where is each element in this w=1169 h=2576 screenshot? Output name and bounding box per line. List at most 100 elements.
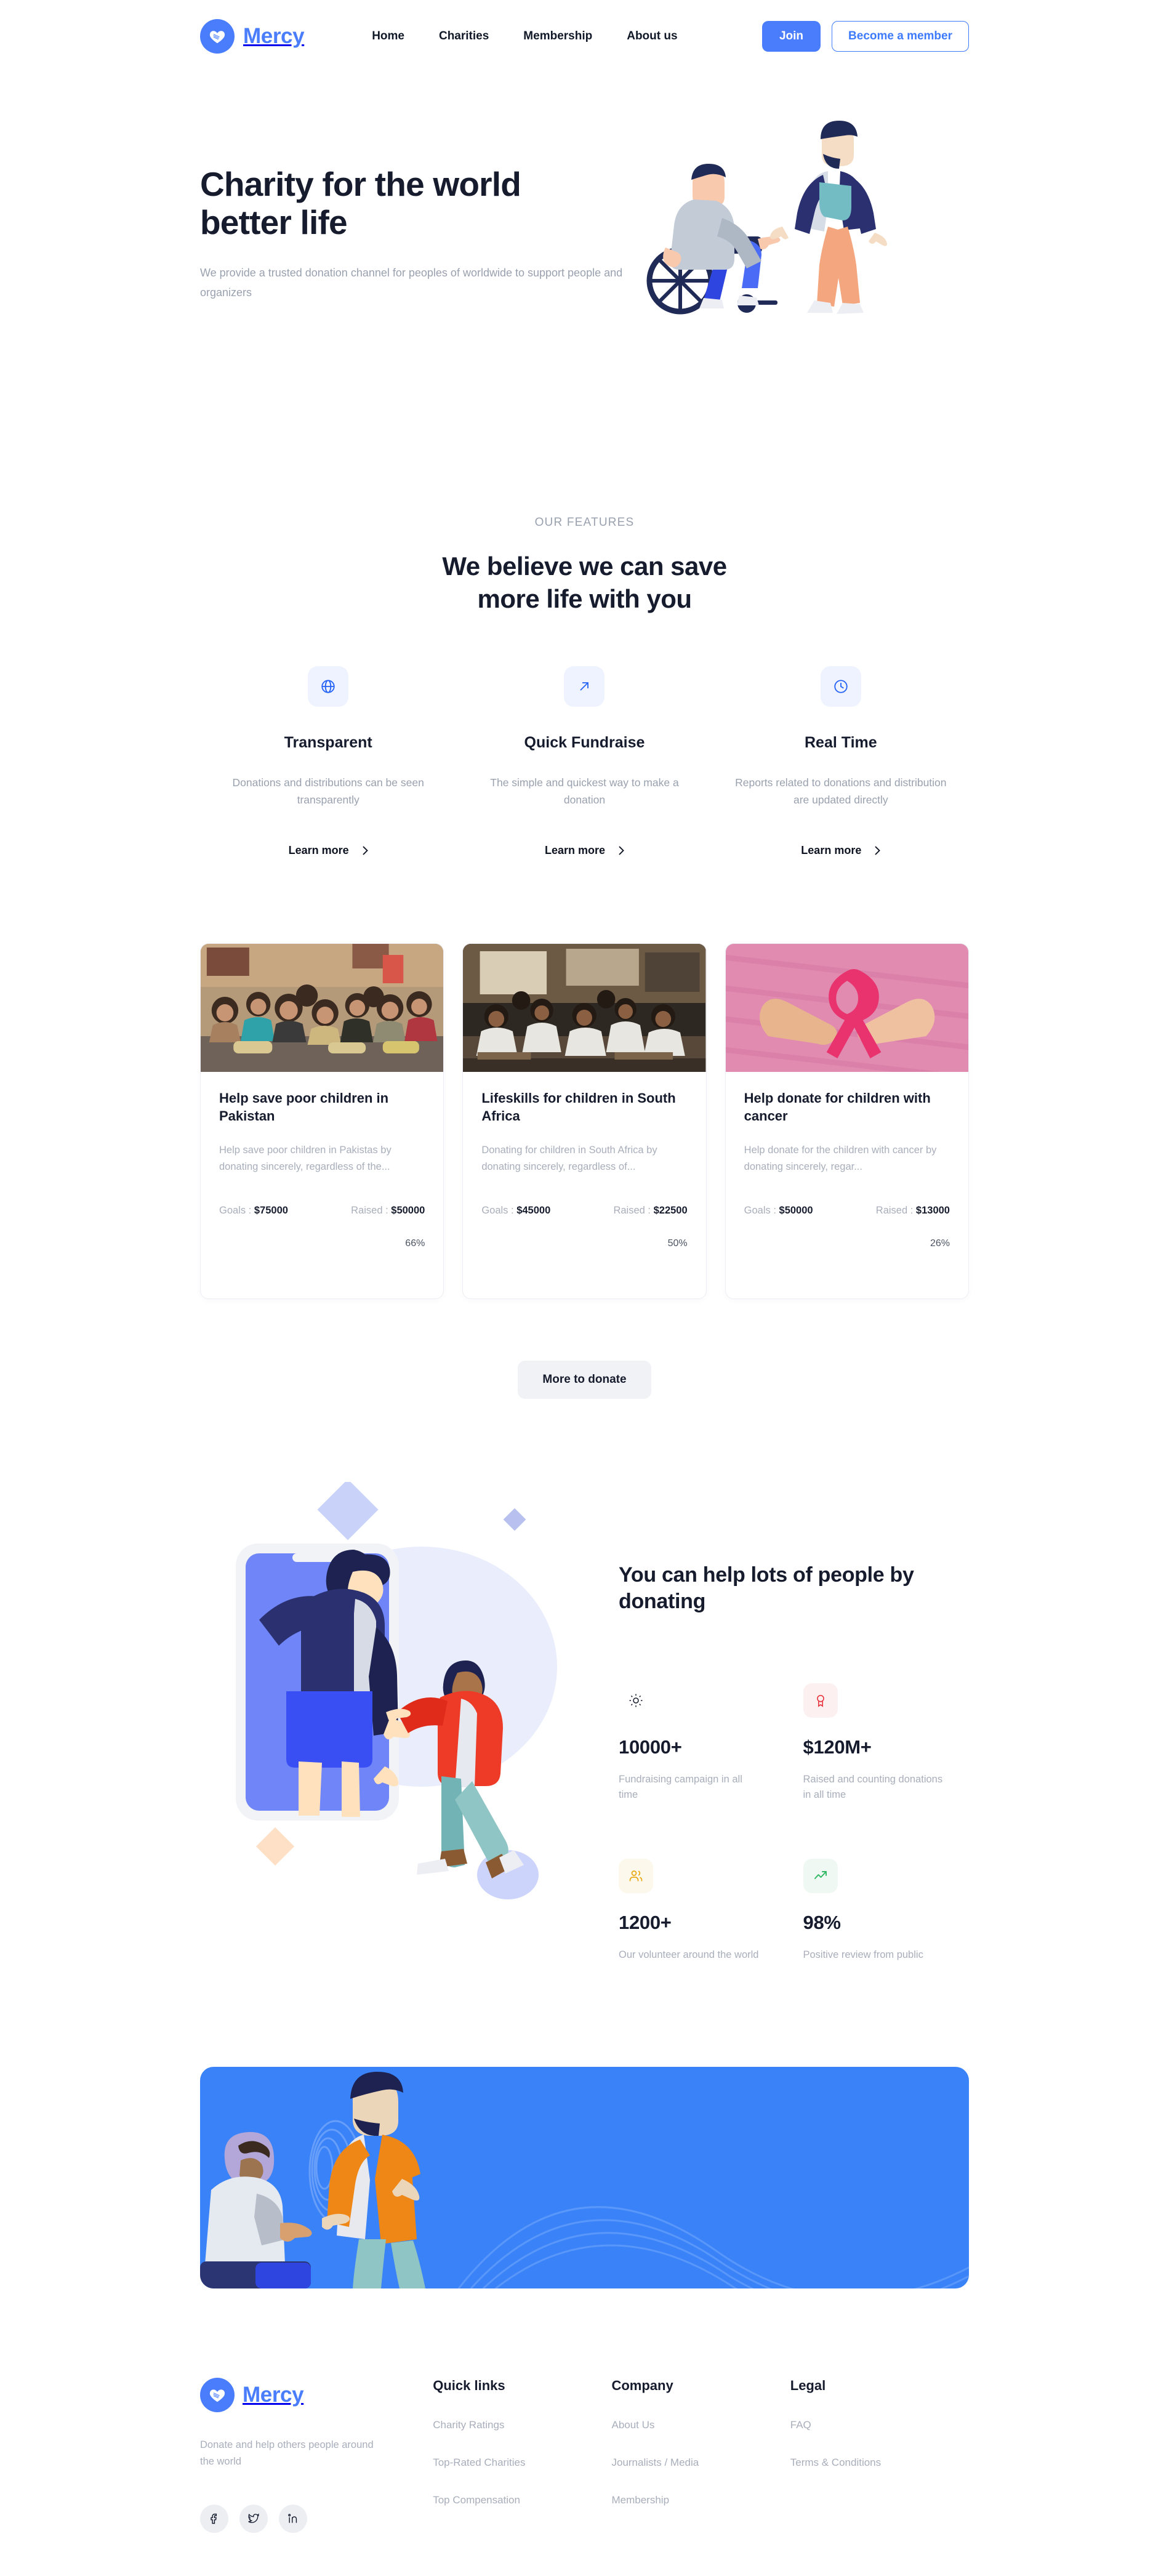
feature-description: Reports related to donations and distrib… xyxy=(735,776,947,806)
campaign-card-description: Help save poor children in Pakistas by d… xyxy=(219,1144,392,1172)
linkedin-icon[interactable] xyxy=(279,2505,307,2534)
nav-item-about-us[interactable]: About us xyxy=(627,30,677,43)
features-eyebrow: OUR FEATURES xyxy=(534,516,635,529)
brand-name: Mercy xyxy=(243,24,305,48)
campaign-card-description: Donating for children in South Africa by… xyxy=(481,1144,657,1172)
more-to-donate-button[interactable]: More to donate xyxy=(518,1360,651,1399)
feature-card-transparent: Transparent Donations and distributions … xyxy=(200,666,456,857)
feature-description: The simple and quickest way to make a do… xyxy=(490,776,679,806)
campaign-card-image-children-pakistan xyxy=(201,943,444,1072)
campaign-raised: Raised : $13000 xyxy=(876,1205,950,1217)
campaign-goal-label: Goals : xyxy=(744,1204,776,1216)
footer-link-faq[interactable]: FAQ xyxy=(790,2419,969,2431)
campaign-card[interactable]: Help donate for children with cancer Hel… xyxy=(725,943,969,1299)
donate-illustration xyxy=(200,1479,594,1968)
donate-title-line-1: You can help lots of people by xyxy=(619,1563,914,1587)
campaign-progress: 66% xyxy=(219,1228,425,1249)
hero-title-line-2: better life xyxy=(200,203,348,242)
campaign-card-stats: Goals : $75000 Raised : $50000 xyxy=(219,1205,425,1217)
learn-more-link-quick-fundraise[interactable]: Learn more xyxy=(545,844,624,857)
footer-brand-logo[interactable]: Mercy xyxy=(200,2377,433,2412)
learn-more-link-real-time[interactable]: Learn more xyxy=(801,843,881,857)
progress-fill xyxy=(481,1228,584,1232)
clock-icon xyxy=(820,666,861,707)
trending-up-icon xyxy=(803,1858,838,1893)
donate-content: You can help lots of people by donating xyxy=(619,1482,969,1963)
campaign-goal: Goals : $75000 xyxy=(219,1205,288,1217)
campaign-card-image-pink-ribbon xyxy=(725,943,968,1072)
stat-value: 10000+ xyxy=(619,1736,682,1758)
hero-section: Charity for the world better life We pro… xyxy=(0,73,1169,442)
footer-link-about-us[interactable]: About Us xyxy=(611,2419,790,2431)
nav-item-membership[interactable]: Membership xyxy=(523,30,592,43)
campaign-card-body: Help save poor children in Pakistan Help… xyxy=(201,1072,443,1287)
site-header: Mercy Home Charities Membership About us… xyxy=(0,0,1169,73)
nav-item-charities[interactable]: Charities xyxy=(439,30,489,43)
wheelchair-person-illustration xyxy=(646,164,781,315)
campaign-card-stats: Goals : $50000 Raised : $13000 xyxy=(744,1205,950,1217)
globe-icon xyxy=(308,666,349,707)
learn-more-label: Learn more xyxy=(544,843,606,856)
learn-more-label: Learn more xyxy=(801,843,862,856)
campaign-goal: Goals : $50000 xyxy=(744,1205,813,1217)
footer-column-quick-links: Quick links Charity Ratings Top-Rated Ch… xyxy=(433,2378,611,2506)
join-button[interactable]: Join xyxy=(761,21,821,52)
landing-page: Mercy Home Charities Membership About us… xyxy=(0,0,1169,2576)
footer-link-top-compensation[interactable]: Top Compensation xyxy=(433,2494,611,2506)
campaign-raised-label: Raised : xyxy=(875,1204,914,1216)
campaign-raised: Raised : $22500 xyxy=(613,1205,687,1217)
mercy-heart-icon xyxy=(200,2377,235,2412)
stat-card-raised: $120M+ Raised and counting donations in … xyxy=(803,1683,970,1803)
footer-link-top-rated-charities[interactable]: Top-Rated Charities xyxy=(433,2457,611,2469)
nav-item-home[interactable]: Home xyxy=(372,30,404,43)
campaign-card-title: Help save poor children in Pakistan xyxy=(219,1090,389,1124)
stats-grid: 10000+ Fundraising campaign in all time … xyxy=(619,1683,969,1963)
card-bottom-spacer xyxy=(219,1249,425,1287)
campaign-card-stats: Goals : $45000 Raised : $22500 xyxy=(481,1205,687,1217)
feature-card-quick-fundraise: Quick Fundraise The simple and quickest … xyxy=(456,666,712,857)
features-title: We believe we can save more life with yo… xyxy=(200,550,969,616)
campaign-card[interactable]: Lifeskills for children in South Africa … xyxy=(462,943,707,1299)
feature-title: Real Time xyxy=(805,733,877,751)
footer-link-terms-conditions[interactable]: Terms & Conditions xyxy=(790,2457,969,2469)
learn-more-link-transparent[interactable]: Learn more xyxy=(289,844,368,857)
campaign-card-body: Lifeskills for children in South Africa … xyxy=(463,1072,705,1287)
footer-column-company: Company About Us Journalists / Media Mem… xyxy=(611,2378,790,2506)
become-a-member-button[interactable]: Become a member xyxy=(832,21,969,52)
campaign-progress-percent: 26% xyxy=(930,1238,950,1249)
footer-link-journalists-media[interactable]: Journalists / Media xyxy=(611,2457,790,2469)
stat-value: $120M+ xyxy=(803,1736,872,1758)
cta-banner[interactable] xyxy=(200,2066,969,2288)
hero-text-block: Charity for the world better life We pro… xyxy=(200,153,631,302)
campaign-card[interactable]: Help save poor children in Pakistan Help… xyxy=(200,943,444,1299)
brand-logo[interactable]: Mercy xyxy=(200,19,305,54)
facebook-icon[interactable] xyxy=(200,2505,228,2534)
campaign-goal: Goals : $45000 xyxy=(481,1205,550,1217)
footer-link-charity-ratings[interactable]: Charity Ratings xyxy=(433,2419,611,2431)
twitter-icon[interactable] xyxy=(239,2505,268,2534)
footer-brand-column: Mercy Donate and help others people arou… xyxy=(200,2377,433,2534)
campaign-raised-value: $22500 xyxy=(653,1204,688,1216)
campaign-raised-label: Raised : xyxy=(351,1204,388,1216)
more-to-donate-wrapper: More to donate xyxy=(0,1299,1169,1399)
footer-link-membership[interactable]: Membership xyxy=(611,2494,790,2506)
campaign-card-description: Help donate for the children with cancer… xyxy=(744,1144,937,1172)
campaign-raised: Raised : $50000 xyxy=(351,1205,425,1217)
social-links xyxy=(200,2505,433,2534)
campaign-card-title: Lifeskills for children in South Africa xyxy=(481,1090,676,1124)
cta-standing-person-illustration xyxy=(322,2071,425,2288)
users-icon xyxy=(619,1858,653,1893)
arrow-up-right-icon xyxy=(564,666,605,707)
donate-title-line-2: donating xyxy=(619,1590,706,1614)
campaign-progress-percent: 66% xyxy=(405,1238,425,1249)
standing-person-illustration xyxy=(770,121,887,314)
card-bottom-spacer xyxy=(744,1249,950,1287)
campaign-card-title: Help donate for children with cancer xyxy=(744,1090,931,1124)
footer-tagline: Donate and help others people around the… xyxy=(200,2439,374,2468)
hero-title-line-1: Charity for the world xyxy=(200,165,521,203)
campaign-goal-value: $50000 xyxy=(779,1204,813,1216)
campaign-goal-label: Goals : xyxy=(481,1204,514,1216)
site-footer: Mercy Donate and help others people arou… xyxy=(0,2288,1169,2576)
progress-fill xyxy=(219,1228,355,1232)
feature-description: Donations and distributions can be seen … xyxy=(232,776,424,806)
